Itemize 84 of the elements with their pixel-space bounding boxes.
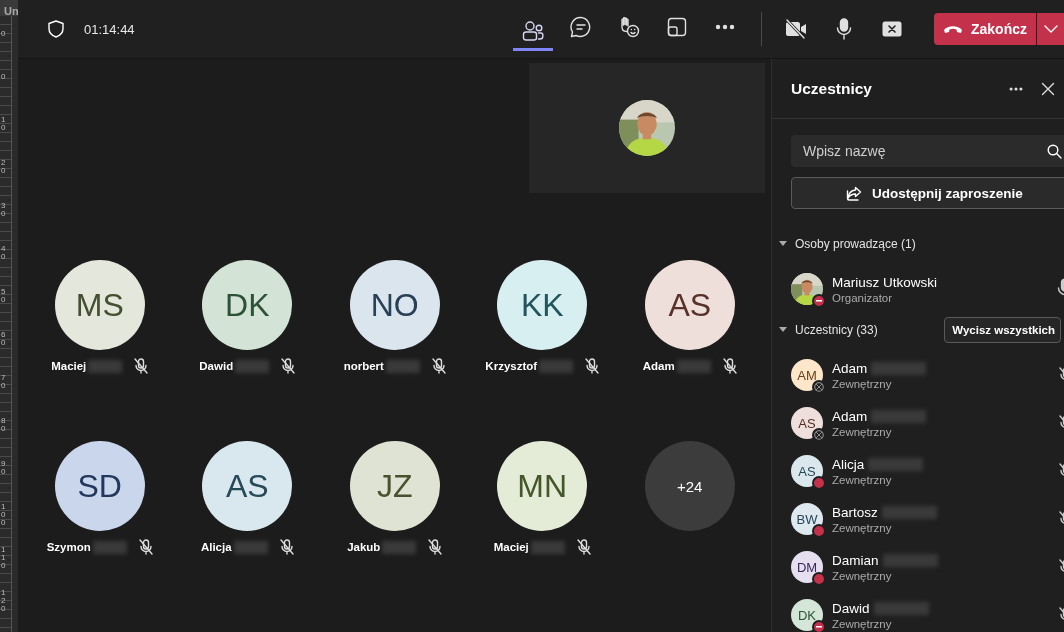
ruler-label: 90: [0, 460, 7, 478]
end-call-button[interactable]: Zakończ: [934, 13, 1036, 45]
participant-name: Krzysztof: [485, 360, 538, 372]
chevron-down-icon: [1043, 25, 1058, 33]
participant-name: Jakub: [347, 541, 381, 553]
more-icon: [715, 24, 735, 30]
participant-role: Zewnętrzny: [832, 617, 893, 630]
section-toggle[interactable]: Osoby prowadzące (1): [779, 237, 1061, 251]
participant-name: Damian: [832, 552, 879, 568]
avatar: JZ: [349, 441, 440, 531]
participant-row[interactable]: DM Damian Zewnętrzny: [791, 543, 1064, 591]
avatar: AS: [644, 260, 735, 350]
participant-name: Alicja: [832, 456, 865, 472]
participant-name: Adam: [642, 360, 675, 372]
ruler-label: 110: [0, 546, 7, 572]
section-toggle[interactable]: Uczestnicy (33): [779, 323, 945, 337]
avatar: AS: [202, 441, 293, 531]
people-icon: [522, 21, 544, 41]
avatar: BW: [791, 503, 823, 535]
participant-name: Mariusz Utkowski: [832, 274, 937, 290]
participant-name: Bartosz: [832, 504, 878, 520]
participant-role: Zewnętrzny: [832, 473, 893, 486]
ruler-label: 100: [0, 503, 7, 529]
ruler-label: 0: [0, 73, 7, 83]
avatar: KK: [497, 260, 588, 350]
participant-name: norbert: [343, 360, 384, 372]
ruler-label: 30: [0, 202, 7, 220]
more-participants-button[interactable]: +24: [644, 441, 735, 531]
participant-role: Zewnętrzny: [832, 521, 893, 534]
background-tab[interactable]: Un: [0, 0, 18, 16]
participant-role: Zewnętrzny: [832, 425, 893, 438]
mute-all-button[interactable]: Wycisz wszystkich: [944, 317, 1061, 343]
chat-icon: [570, 16, 592, 38]
participant-name: Alicja: [200, 541, 232, 553]
close-icon: [1041, 81, 1055, 96]
call-timer: 01:14:44: [84, 21, 135, 37]
ruler-label: 60: [0, 331, 7, 349]
participant-row[interactable]: AS Alicja Zewnętrzny: [791, 447, 1064, 495]
raised-hand-icon: [618, 16, 640, 38]
avatar: AM: [791, 359, 823, 391]
avatar: AS: [791, 407, 823, 439]
search-field[interactable]: Wpisz nazwę: [791, 135, 1064, 167]
ruler-label: 40: [0, 245, 7, 263]
phone-icon: [943, 24, 963, 34]
avatar: DM: [791, 551, 823, 583]
avatar: DK: [202, 260, 293, 350]
ruler-label: 50: [0, 288, 7, 306]
participant-name: Maciej: [493, 541, 529, 553]
ruler-label: 20: [0, 159, 7, 177]
participant-role: Zewnętrzny: [832, 377, 893, 390]
participant-name: Dawid: [832, 600, 870, 616]
participant-row[interactable]: AS Adam Zewnętrzny: [791, 399, 1064, 447]
participant-row[interactable]: DK Dawid Zewnętrzny: [791, 591, 1064, 632]
participant-role: Organizator: [832, 291, 894, 304]
shield-icon: [48, 20, 64, 38]
stop-sharing-icon: [882, 21, 902, 37]
microphone-icon: [836, 18, 852, 40]
avatar: MN: [497, 441, 588, 531]
layout-icon: [667, 17, 687, 37]
share-icon: [846, 185, 862, 201]
participant-name: Dawid: [199, 360, 234, 372]
ruler-label: 80: [0, 417, 7, 435]
participant-row[interactable]: Mariusz Utkowski Organizator: [791, 265, 1064, 313]
avatar: AS: [791, 455, 823, 487]
participant-role: Zewnętrzny: [832, 569, 893, 582]
participant-name: Szymon: [46, 541, 91, 553]
more-icon: [1009, 85, 1023, 92]
ruler-label: 10: [0, 116, 7, 134]
camera-off-icon: [785, 19, 807, 39]
participant-name: Maciej: [51, 360, 87, 372]
avatar: DK: [791, 599, 823, 631]
participant-row[interactable]: BW Bartosz Zewnętrzny: [791, 495, 1064, 543]
search-icon: [1047, 144, 1062, 159]
ruler-label: 120: [0, 589, 7, 615]
ruler-label: 0: [0, 30, 7, 40]
avatar: MS: [54, 260, 145, 350]
avatar: NO: [349, 260, 440, 350]
participant-row[interactable]: AM Adam Zewnętrzny: [791, 351, 1064, 399]
ruler-label: 70: [0, 374, 7, 392]
avatar: SD: [54, 441, 145, 531]
share-invitation-button[interactable]: Udostępnij zaproszenie: [791, 177, 1064, 209]
participant-name: Adam: [832, 360, 868, 376]
participant-name: Adam: [832, 408, 868, 424]
panel-title: Uczestnicy: [791, 79, 873, 98]
